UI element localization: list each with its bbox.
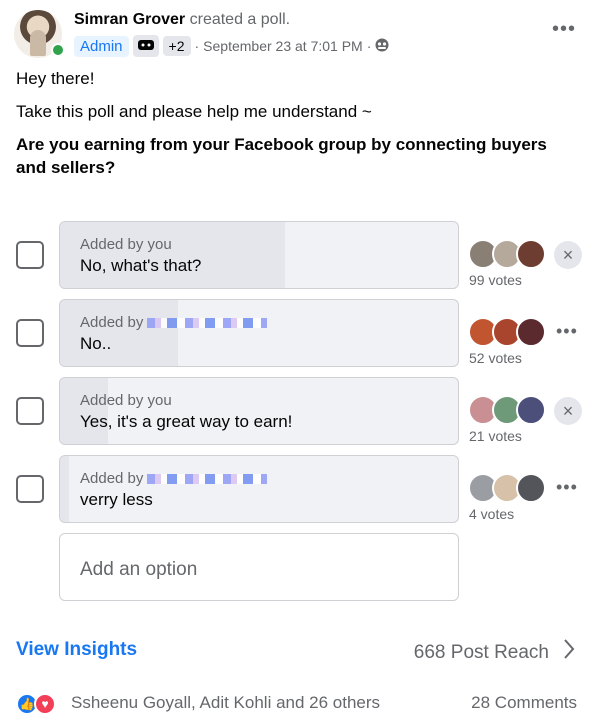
group-icon (375, 38, 389, 55)
voter-avatars[interactable] (468, 239, 548, 271)
post-meta: Admin +2 · September 23 at 7:01 PM · (74, 35, 389, 57)
reactions-summary[interactable]: Ssheenu Goyall, Adit Kohli and 26 others (71, 693, 380, 713)
poll-option: Added by you No, what's that? 99 votes × (16, 221, 586, 289)
option-box[interactable]: Added by No.. (59, 299, 459, 367)
voter-avatars[interactable] (468, 395, 548, 427)
option-result-bar (60, 378, 108, 444)
author-line: Simran Grover created a poll. (74, 11, 290, 29)
poll-option: Added by verry less 4 votes ••• (16, 455, 586, 523)
badge-chat-icon[interactable] (132, 35, 159, 57)
more-badges[interactable]: +2 (162, 36, 191, 56)
post-more-icon[interactable]: ••• (552, 18, 576, 41)
voter-avatar (516, 239, 546, 269)
vote-count[interactable]: 21 votes (469, 428, 522, 444)
online-status-dot (51, 43, 65, 57)
poll-option: Added by you Yes, it's a great way to ea… (16, 377, 586, 445)
post-intro: Take this poll and please help me unders… (16, 102, 372, 121)
option-label: verry less (80, 490, 153, 509)
poll-option: Added by No.. 52 votes ••• (16, 299, 586, 367)
option-box[interactable]: Added by verry less (59, 455, 459, 523)
reaction-icons[interactable]: 👍 ♥ (16, 692, 68, 716)
post-greeting: Hey there! (16, 69, 95, 88)
option-checkbox[interactable] (16, 475, 44, 503)
option-added-by: Added by (80, 470, 268, 487)
option-box[interactable]: Added by you No, what's that? (59, 221, 459, 289)
post-header: Simran Grover created a poll. Admin +2 ·… (14, 10, 584, 60)
view-insights-link[interactable]: View Insights (16, 639, 137, 661)
vote-count[interactable]: 99 votes (469, 272, 522, 288)
voter-avatar (516, 473, 546, 503)
voter-avatar (516, 317, 546, 347)
chevron-right-icon (563, 638, 575, 667)
option-box[interactable]: Added by you Yes, it's a great way to ea… (59, 377, 459, 445)
option-label: No.. (80, 334, 112, 353)
author-name[interactable]: Simran Grover (74, 11, 185, 28)
meta-separator: · (194, 38, 200, 54)
voter-avatars[interactable] (468, 317, 548, 349)
add-option-input[interactable]: Add an option (59, 533, 459, 601)
option-added-by: Added by you (80, 236, 172, 253)
remove-option-icon[interactable]: × (554, 397, 582, 425)
option-result-bar (60, 222, 286, 288)
post-timestamp[interactable]: September 23 at 7:01 PM (203, 38, 363, 54)
option-added-by: Added by (80, 314, 268, 331)
option-added-by: Added by you (80, 392, 172, 409)
redacted-name (147, 318, 268, 329)
redacted-name (147, 474, 268, 485)
love-icon: ♥ (34, 693, 56, 715)
reactions-row: 👍 ♥ Ssheenu Goyall, Adit Kohli and 26 ot… (16, 692, 581, 716)
remove-option-icon[interactable]: × (554, 241, 582, 269)
option-checkbox[interactable] (16, 397, 44, 425)
post-action-text: created a poll. (189, 11, 291, 28)
admin-badge[interactable]: Admin (74, 35, 129, 57)
voter-avatars[interactable] (468, 473, 548, 505)
poll-question: Are you earning from your Facebook group… (16, 135, 547, 177)
vote-count[interactable]: 4 votes (469, 506, 514, 522)
option-checkbox[interactable] (16, 319, 44, 347)
option-label: Yes, it's a great way to earn! (80, 412, 293, 431)
comments-count[interactable]: 28 Comments (471, 693, 577, 713)
post-reach[interactable]: 668 Post Reach (414, 638, 575, 667)
vote-count[interactable]: 52 votes (469, 350, 522, 366)
voter-avatar (516, 395, 546, 425)
option-result-bar (60, 456, 70, 522)
option-label: No, what's that? (80, 256, 202, 275)
option-more-icon[interactable]: ••• (556, 477, 578, 498)
option-checkbox[interactable] (16, 241, 44, 269)
option-result-bar (60, 300, 179, 366)
meta-separator-2: · (366, 38, 372, 54)
option-more-icon[interactable]: ••• (556, 321, 578, 342)
post-reach-label: 668 Post Reach (413, 641, 549, 663)
